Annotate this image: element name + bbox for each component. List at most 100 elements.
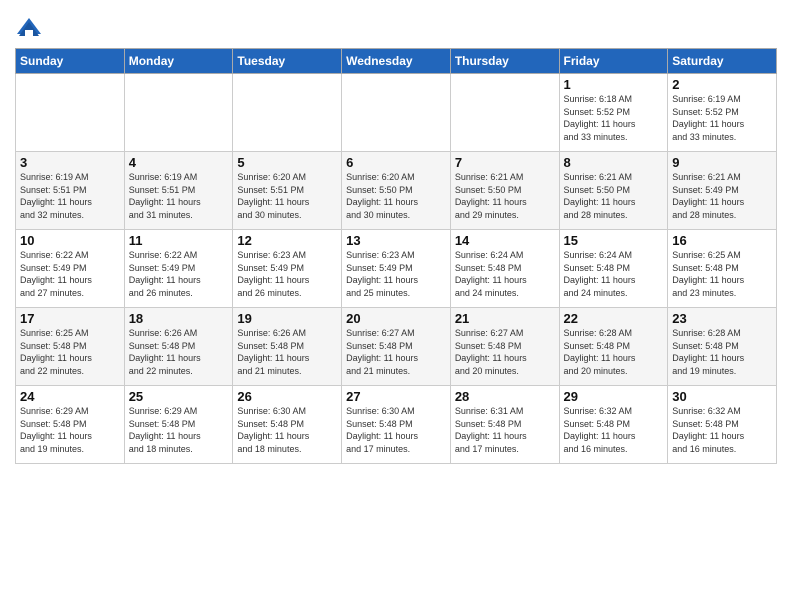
day-number: 27: [346, 389, 446, 404]
logo: [15, 14, 47, 42]
day-info: Sunrise: 6:22 AM Sunset: 5:49 PM Dayligh…: [129, 249, 229, 299]
day-number: 17: [20, 311, 120, 326]
calendar-cell: 14Sunrise: 6:24 AM Sunset: 5:48 PM Dayli…: [450, 230, 559, 308]
day-info: Sunrise: 6:21 AM Sunset: 5:50 PM Dayligh…: [455, 171, 555, 221]
day-info: Sunrise: 6:32 AM Sunset: 5:48 PM Dayligh…: [672, 405, 772, 455]
calendar-cell: 19Sunrise: 6:26 AM Sunset: 5:48 PM Dayli…: [233, 308, 342, 386]
calendar-header-monday: Monday: [124, 49, 233, 74]
calendar-header-thursday: Thursday: [450, 49, 559, 74]
day-info: Sunrise: 6:28 AM Sunset: 5:48 PM Dayligh…: [672, 327, 772, 377]
day-info: Sunrise: 6:21 AM Sunset: 5:50 PM Dayligh…: [564, 171, 664, 221]
day-info: Sunrise: 6:32 AM Sunset: 5:48 PM Dayligh…: [564, 405, 664, 455]
calendar-header-saturday: Saturday: [668, 49, 777, 74]
calendar-cell: [124, 74, 233, 152]
day-number: 2: [672, 77, 772, 92]
day-number: 21: [455, 311, 555, 326]
day-number: 3: [20, 155, 120, 170]
calendar-cell: 5Sunrise: 6:20 AM Sunset: 5:51 PM Daylig…: [233, 152, 342, 230]
calendar-cell: 26Sunrise: 6:30 AM Sunset: 5:48 PM Dayli…: [233, 386, 342, 464]
day-info: Sunrise: 6:19 AM Sunset: 5:51 PM Dayligh…: [20, 171, 120, 221]
calendar-cell: 28Sunrise: 6:31 AM Sunset: 5:48 PM Dayli…: [450, 386, 559, 464]
calendar-week-row: 17Sunrise: 6:25 AM Sunset: 5:48 PM Dayli…: [16, 308, 777, 386]
day-info: Sunrise: 6:23 AM Sunset: 5:49 PM Dayligh…: [346, 249, 446, 299]
calendar-cell: 17Sunrise: 6:25 AM Sunset: 5:48 PM Dayli…: [16, 308, 125, 386]
calendar-cell: [233, 74, 342, 152]
day-info: Sunrise: 6:26 AM Sunset: 5:48 PM Dayligh…: [237, 327, 337, 377]
calendar-cell: 13Sunrise: 6:23 AM Sunset: 5:49 PM Dayli…: [342, 230, 451, 308]
day-info: Sunrise: 6:19 AM Sunset: 5:51 PM Dayligh…: [129, 171, 229, 221]
calendar-header-wednesday: Wednesday: [342, 49, 451, 74]
calendar-cell: [342, 74, 451, 152]
day-info: Sunrise: 6:26 AM Sunset: 5:48 PM Dayligh…: [129, 327, 229, 377]
calendar-cell: 30Sunrise: 6:32 AM Sunset: 5:48 PM Dayli…: [668, 386, 777, 464]
calendar-cell: 18Sunrise: 6:26 AM Sunset: 5:48 PM Dayli…: [124, 308, 233, 386]
calendar-cell: 4Sunrise: 6:19 AM Sunset: 5:51 PM Daylig…: [124, 152, 233, 230]
calendar-cell: [450, 74, 559, 152]
day-info: Sunrise: 6:30 AM Sunset: 5:48 PM Dayligh…: [346, 405, 446, 455]
day-info: Sunrise: 6:30 AM Sunset: 5:48 PM Dayligh…: [237, 405, 337, 455]
day-number: 25: [129, 389, 229, 404]
day-number: 13: [346, 233, 446, 248]
day-info: Sunrise: 6:28 AM Sunset: 5:48 PM Dayligh…: [564, 327, 664, 377]
day-info: Sunrise: 6:27 AM Sunset: 5:48 PM Dayligh…: [455, 327, 555, 377]
calendar-cell: 12Sunrise: 6:23 AM Sunset: 5:49 PM Dayli…: [233, 230, 342, 308]
day-info: Sunrise: 6:22 AM Sunset: 5:49 PM Dayligh…: [20, 249, 120, 299]
day-number: 6: [346, 155, 446, 170]
calendar-cell: 8Sunrise: 6:21 AM Sunset: 5:50 PM Daylig…: [559, 152, 668, 230]
day-info: Sunrise: 6:21 AM Sunset: 5:49 PM Dayligh…: [672, 171, 772, 221]
calendar-cell: 20Sunrise: 6:27 AM Sunset: 5:48 PM Dayli…: [342, 308, 451, 386]
calendar-cell: 21Sunrise: 6:27 AM Sunset: 5:48 PM Dayli…: [450, 308, 559, 386]
header: [15, 10, 777, 42]
day-number: 19: [237, 311, 337, 326]
calendar-header-friday: Friday: [559, 49, 668, 74]
calendar-cell: 24Sunrise: 6:29 AM Sunset: 5:48 PM Dayli…: [16, 386, 125, 464]
day-number: 30: [672, 389, 772, 404]
day-number: 9: [672, 155, 772, 170]
day-number: 23: [672, 311, 772, 326]
day-info: Sunrise: 6:24 AM Sunset: 5:48 PM Dayligh…: [455, 249, 555, 299]
calendar-cell: 7Sunrise: 6:21 AM Sunset: 5:50 PM Daylig…: [450, 152, 559, 230]
day-number: 15: [564, 233, 664, 248]
calendar-week-row: 3Sunrise: 6:19 AM Sunset: 5:51 PM Daylig…: [16, 152, 777, 230]
calendar-cell: 6Sunrise: 6:20 AM Sunset: 5:50 PM Daylig…: [342, 152, 451, 230]
day-number: 4: [129, 155, 229, 170]
day-number: 16: [672, 233, 772, 248]
calendar-cell: 25Sunrise: 6:29 AM Sunset: 5:48 PM Dayli…: [124, 386, 233, 464]
calendar-cell: 3Sunrise: 6:19 AM Sunset: 5:51 PM Daylig…: [16, 152, 125, 230]
calendar-cell: 10Sunrise: 6:22 AM Sunset: 5:49 PM Dayli…: [16, 230, 125, 308]
calendar-cell: 22Sunrise: 6:28 AM Sunset: 5:48 PM Dayli…: [559, 308, 668, 386]
calendar-cell: 9Sunrise: 6:21 AM Sunset: 5:49 PM Daylig…: [668, 152, 777, 230]
day-number: 29: [564, 389, 664, 404]
calendar-cell: 11Sunrise: 6:22 AM Sunset: 5:49 PM Dayli…: [124, 230, 233, 308]
calendar-cell: [16, 74, 125, 152]
day-number: 18: [129, 311, 229, 326]
calendar-week-row: 1Sunrise: 6:18 AM Sunset: 5:52 PM Daylig…: [16, 74, 777, 152]
day-number: 12: [237, 233, 337, 248]
day-info: Sunrise: 6:29 AM Sunset: 5:48 PM Dayligh…: [20, 405, 120, 455]
calendar-week-row: 10Sunrise: 6:22 AM Sunset: 5:49 PM Dayli…: [16, 230, 777, 308]
day-number: 1: [564, 77, 664, 92]
calendar-table: SundayMondayTuesdayWednesdayThursdayFrid…: [15, 48, 777, 464]
calendar-cell: 29Sunrise: 6:32 AM Sunset: 5:48 PM Dayli…: [559, 386, 668, 464]
day-info: Sunrise: 6:20 AM Sunset: 5:50 PM Dayligh…: [346, 171, 446, 221]
calendar-cell: 27Sunrise: 6:30 AM Sunset: 5:48 PM Dayli…: [342, 386, 451, 464]
calendar-cell: 15Sunrise: 6:24 AM Sunset: 5:48 PM Dayli…: [559, 230, 668, 308]
day-number: 14: [455, 233, 555, 248]
day-number: 7: [455, 155, 555, 170]
day-info: Sunrise: 6:29 AM Sunset: 5:48 PM Dayligh…: [129, 405, 229, 455]
day-number: 11: [129, 233, 229, 248]
day-info: Sunrise: 6:24 AM Sunset: 5:48 PM Dayligh…: [564, 249, 664, 299]
calendar-header-row: SundayMondayTuesdayWednesdayThursdayFrid…: [16, 49, 777, 74]
calendar-cell: 2Sunrise: 6:19 AM Sunset: 5:52 PM Daylig…: [668, 74, 777, 152]
day-info: Sunrise: 6:25 AM Sunset: 5:48 PM Dayligh…: [672, 249, 772, 299]
day-number: 26: [237, 389, 337, 404]
calendar-week-row: 24Sunrise: 6:29 AM Sunset: 5:48 PM Dayli…: [16, 386, 777, 464]
day-number: 28: [455, 389, 555, 404]
day-info: Sunrise: 6:18 AM Sunset: 5:52 PM Dayligh…: [564, 93, 664, 143]
day-number: 10: [20, 233, 120, 248]
day-info: Sunrise: 6:19 AM Sunset: 5:52 PM Dayligh…: [672, 93, 772, 143]
day-info: Sunrise: 6:31 AM Sunset: 5:48 PM Dayligh…: [455, 405, 555, 455]
calendar-header-sunday: Sunday: [16, 49, 125, 74]
day-number: 8: [564, 155, 664, 170]
day-number: 22: [564, 311, 664, 326]
